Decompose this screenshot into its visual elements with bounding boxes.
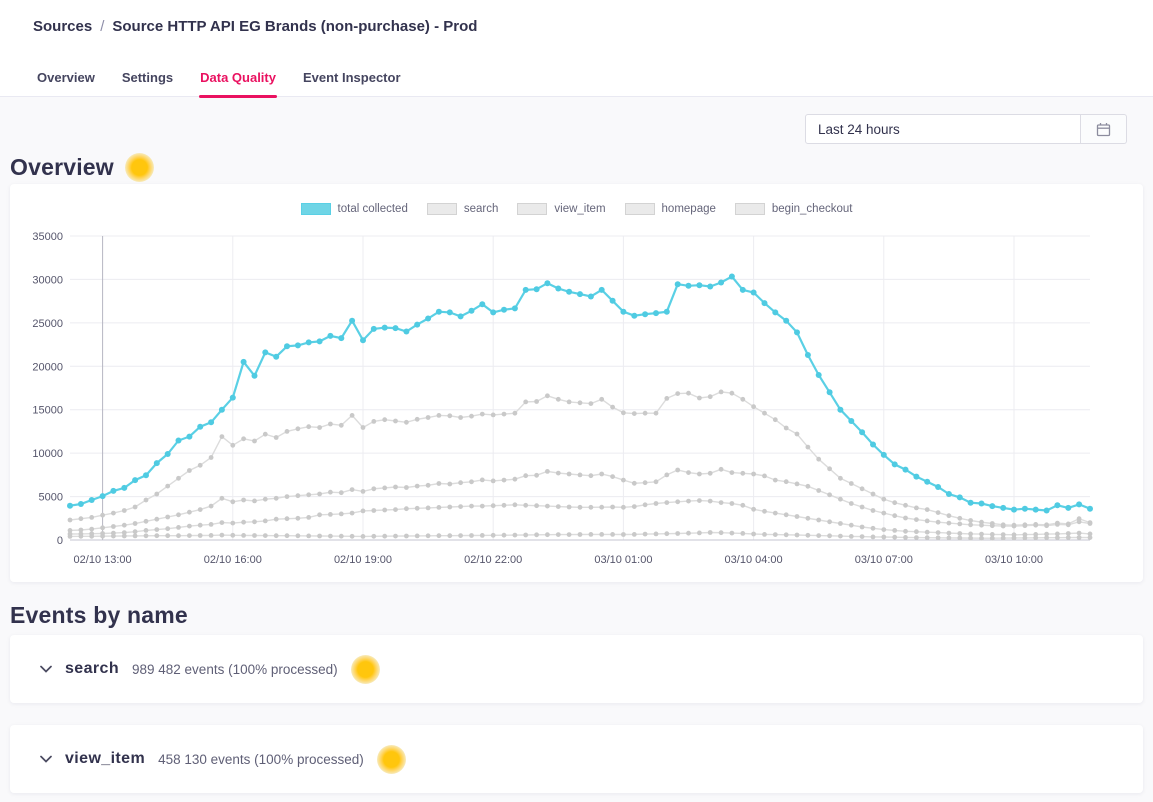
svg-text:03/10 07:00: 03/10 07:00 bbox=[855, 554, 913, 566]
svg-text:0: 0 bbox=[57, 535, 63, 547]
tab-overview[interactable]: Overview bbox=[36, 62, 96, 96]
date-range-input[interactable] bbox=[805, 114, 1081, 144]
legend-label-search: search bbox=[464, 203, 499, 215]
svg-text:30000: 30000 bbox=[32, 274, 63, 286]
legend-label-view-item: view_item bbox=[554, 203, 605, 215]
tab-event-inspector[interactable]: Event Inspector bbox=[302, 62, 402, 96]
event-row-search[interactable]: search 989 482 events (100% processed) bbox=[40, 655, 1143, 684]
breadcrumb-sources-link[interactable]: Sources bbox=[33, 18, 92, 35]
overview-heading-row: Overview bbox=[10, 152, 1143, 182]
event-row-view-item[interactable]: view_item 458 130 events (100% processed… bbox=[40, 745, 1143, 774]
svg-text:03/10 01:00: 03/10 01:00 bbox=[594, 554, 652, 566]
main-content: Overview total collected search view_ite… bbox=[0, 114, 1153, 802]
tab-bar: Overview Settings Data Quality Event Ins… bbox=[0, 62, 1153, 97]
event-name: search bbox=[65, 660, 119, 678]
event-name: view_item bbox=[65, 750, 145, 768]
breadcrumb-separator: / bbox=[100, 18, 104, 35]
breadcrumb: Sources / Source HTTP API EG Brands (non… bbox=[0, 14, 1153, 38]
event-status-yellow-icon bbox=[351, 655, 380, 684]
app-header: Sources / Source HTTP API EG Brands (non… bbox=[0, 0, 1153, 97]
legend-item-total-collected[interactable]: total collected bbox=[301, 203, 408, 215]
calendar-button[interactable] bbox=[1081, 114, 1127, 144]
legend-swatch-view-item bbox=[517, 203, 547, 215]
legend-item-search[interactable]: search bbox=[427, 203, 499, 215]
events-by-name-heading: Events by name bbox=[10, 602, 188, 629]
event-summary: 989 482 events (100% processed) bbox=[132, 662, 338, 677]
svg-text:02/10 22:00: 02/10 22:00 bbox=[464, 554, 522, 566]
svg-text:02/10 16:00: 02/10 16:00 bbox=[204, 554, 262, 566]
legend-swatch-begin-checkout bbox=[735, 203, 765, 215]
legend-item-view-item[interactable]: view_item bbox=[517, 203, 605, 215]
date-range-picker bbox=[805, 114, 1127, 144]
legend-label-total-collected: total collected bbox=[338, 203, 408, 215]
legend-swatch-search bbox=[427, 203, 457, 215]
event-card-search: search 989 482 events (100% processed) bbox=[10, 635, 1143, 703]
legend-label-begin-checkout: begin_checkout bbox=[772, 203, 853, 215]
legend-swatch-homepage bbox=[625, 203, 655, 215]
event-card-view-item: view_item 458 130 events (100% processed… bbox=[10, 725, 1143, 793]
event-summary: 458 130 events (100% processed) bbox=[158, 752, 364, 767]
svg-text:03/10 10:00: 03/10 10:00 bbox=[985, 554, 1043, 566]
svg-text:5000: 5000 bbox=[39, 492, 63, 504]
svg-text:02/10 13:00: 02/10 13:00 bbox=[74, 554, 132, 566]
overview-status-yellow-icon bbox=[125, 153, 154, 182]
page-root: { "breadcrumb": { "root": "Sources", "se… bbox=[0, 0, 1153, 802]
chart-legend: total collected search view_item homepag… bbox=[10, 200, 1143, 218]
tab-data-quality[interactable]: Data Quality bbox=[199, 62, 277, 96]
svg-text:03/10 04:00: 03/10 04:00 bbox=[725, 554, 783, 566]
tab-settings[interactable]: Settings bbox=[121, 62, 174, 96]
legend-label-homepage: homepage bbox=[662, 203, 716, 215]
chevron-down-icon[interactable] bbox=[40, 755, 52, 763]
overview-chart-card: total collected search view_item homepag… bbox=[10, 184, 1143, 582]
overview-heading: Overview bbox=[10, 154, 114, 181]
chevron-down-icon[interactable] bbox=[40, 665, 52, 673]
svg-text:15000: 15000 bbox=[32, 405, 63, 417]
svg-text:02/10 19:00: 02/10 19:00 bbox=[334, 554, 392, 566]
legend-item-homepage[interactable]: homepage bbox=[625, 203, 716, 215]
event-status-yellow-icon bbox=[377, 745, 406, 774]
svg-text:10000: 10000 bbox=[32, 448, 63, 460]
svg-text:35000: 35000 bbox=[32, 231, 63, 243]
svg-text:25000: 25000 bbox=[32, 318, 63, 330]
events-timeseries-chart: 0 5000 10000 15000 20000 25000 30000 35000 02/10… bbox=[10, 222, 1133, 574]
svg-text:20000: 20000 bbox=[32, 361, 63, 373]
legend-item-begin-checkout[interactable]: begin_checkout bbox=[735, 203, 853, 215]
legend-swatch-total-collected bbox=[301, 203, 331, 215]
calendar-icon bbox=[1095, 121, 1112, 138]
events-heading-row: Events by name bbox=[10, 600, 1143, 630]
filter-row bbox=[10, 114, 1143, 144]
breadcrumb-current-source: Source HTTP API EG Brands (non-purchase)… bbox=[112, 18, 477, 35]
